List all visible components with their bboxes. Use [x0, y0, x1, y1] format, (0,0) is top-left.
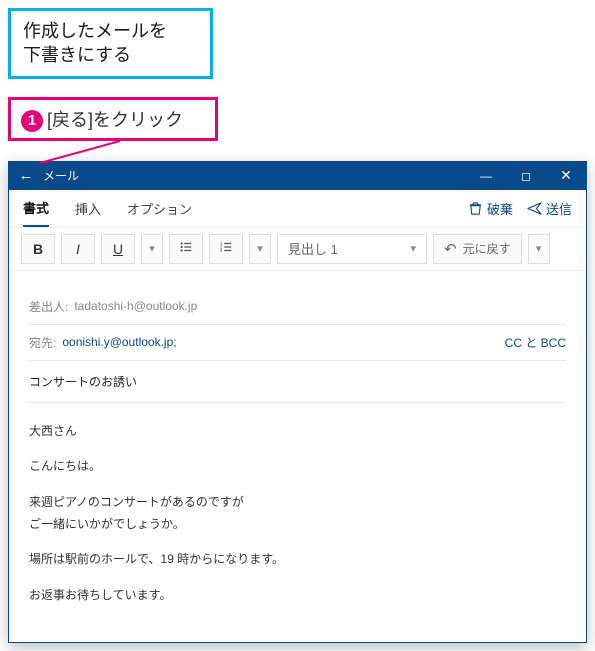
trash-icon	[468, 201, 483, 216]
body-line: 来週ピアノのコンサートがあるのですが ご一緒にいかがでしょうか。	[29, 492, 566, 535]
body-line: こんにちは。	[29, 456, 566, 478]
from-value: tadatoshi-h@outlook.jp	[74, 299, 197, 313]
undo-label: 元に戻す	[463, 240, 511, 257]
arrow-left-icon: ←	[19, 167, 34, 184]
underline-button[interactable]: U	[101, 234, 135, 264]
chevron-down-icon: ▾	[536, 242, 542, 255]
callout-pointer-line	[30, 141, 170, 161]
tab-options[interactable]: オプション	[127, 191, 192, 226]
back-button[interactable]: ←	[9, 167, 43, 184]
compose-area: 差出人: tadatoshi-h@outlook.jp 宛先: oonishi.…	[9, 271, 586, 643]
list-more-button[interactable]: ▾	[249, 234, 271, 264]
bold-button[interactable]: B	[21, 234, 55, 264]
svg-text:3: 3	[220, 248, 223, 253]
chevron-down-icon: ▾	[257, 242, 263, 255]
undo-icon: ↶	[444, 240, 457, 258]
compose-tab-bar: 書式 挿入 オプション 破棄 送信	[9, 190, 586, 228]
body-line: 大西さん	[29, 421, 566, 443]
window-maximize-button[interactable]: ◻	[506, 169, 546, 183]
undo-button[interactable]: ↶ 元に戻す	[433, 234, 522, 264]
to-value: oonishi.y@outlook.jp;	[62, 335, 176, 349]
step-number-badge: 1	[21, 110, 43, 132]
send-label: 送信	[546, 199, 572, 218]
bullet-list-button[interactable]	[169, 234, 203, 264]
bullet-list-icon	[179, 240, 193, 257]
mail-compose-window: ← メール — ◻ ✕ 書式 挿入 オプション 破棄 送信 B I U ▾	[8, 161, 587, 644]
body-line: 場所は駅前のホールで、19 時からになります。	[29, 549, 566, 571]
numbered-list-button[interactable]: 123	[209, 234, 243, 264]
maximize-icon: ◻	[521, 169, 531, 183]
step-text: [戻る]をクリック	[47, 110, 183, 130]
callout-note-text: 作成したメールを 下書きにする	[23, 21, 167, 65]
from-row: 差出人: tadatoshi-h@outlook.jp	[29, 289, 566, 325]
undo-more-button[interactable]: ▾	[528, 234, 550, 264]
from-label: 差出人:	[29, 298, 68, 315]
tab-format[interactable]: 書式	[23, 190, 49, 227]
to-row[interactable]: 宛先: oonishi.y@outlook.jp; CC と BCC	[29, 325, 566, 361]
discard-button[interactable]: 破棄	[468, 199, 513, 218]
to-label: 宛先:	[29, 334, 56, 351]
style-select-value: 見出し 1	[288, 239, 338, 258]
window-close-button[interactable]: ✕	[546, 167, 586, 184]
tab-insert[interactable]: 挿入	[75, 191, 101, 226]
subject-field[interactable]: コンサートのお誘い	[29, 361, 566, 403]
window-minimize-button[interactable]: —	[466, 169, 506, 183]
numbered-list-icon: 123	[219, 240, 233, 257]
body-line: お返事お待ちしています。	[29, 585, 566, 607]
chevron-down-icon: ▾	[149, 242, 155, 255]
italic-button[interactable]: I	[61, 234, 95, 264]
format-toolbar: B I U ▾ 123 ▾ 見出し 1 ▾ ↶ 元に戻す ▾	[9, 228, 586, 271]
minimize-icon: —	[480, 169, 492, 183]
message-body[interactable]: 大西さん こんにちは。 来週ピアノのコンサートがあるのですが ご一緒にいかがでし…	[29, 403, 566, 607]
chevron-down-icon: ▾	[410, 242, 416, 255]
window-title: メール	[43, 167, 466, 184]
callout-step-1: 1[戻る]をクリック	[8, 97, 218, 141]
close-icon: ✕	[560, 167, 572, 183]
callout-draft-note: 作成したメールを 下書きにする	[8, 8, 213, 79]
send-button[interactable]: 送信	[527, 199, 572, 218]
style-select[interactable]: 見出し 1 ▾	[277, 234, 427, 264]
discard-label: 破棄	[487, 199, 513, 218]
font-more-button[interactable]: ▾	[141, 234, 163, 264]
cc-bcc-toggle[interactable]: CC と BCC	[505, 334, 566, 351]
send-icon	[527, 201, 542, 216]
window-titlebar: ← メール — ◻ ✕	[9, 162, 586, 190]
